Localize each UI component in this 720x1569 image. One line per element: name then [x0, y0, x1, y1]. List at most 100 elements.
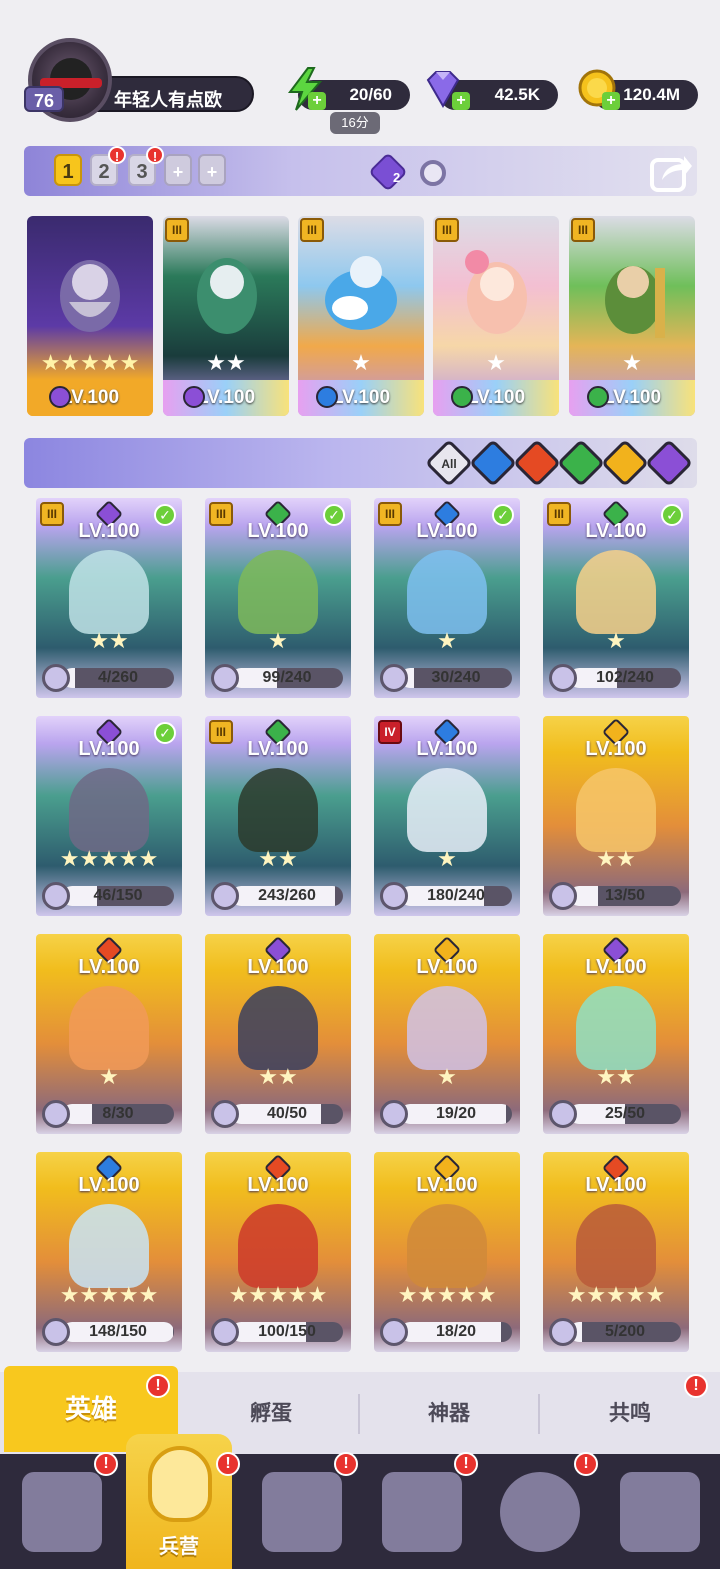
hero-card[interactable]: III ✓ LV.100 ★ 102/240	[543, 498, 689, 698]
hero-portrait-icon	[69, 768, 149, 852]
team-slot-3-alert-icon: !	[146, 146, 164, 164]
nav-castle-icon[interactable]	[382, 1472, 462, 1552]
hero-card[interactable]: ✓ LV.100 ★★★★★ 46/150	[36, 716, 182, 916]
fragment-icon	[42, 1318, 70, 1346]
hero-portrait-icon	[407, 986, 487, 1070]
hero-portrait-icon	[238, 550, 318, 634]
hero-card[interactable]: LV.100 ★★★★★ 100/150	[205, 1152, 351, 1352]
gems-add-icon[interactable]: +	[452, 92, 470, 110]
hero-portrait-icon	[197, 258, 257, 334]
fragment-icon	[211, 1318, 239, 1346]
team-hero-stars: ★	[351, 350, 371, 375]
hero-card[interactable]: IV LV.100 ★ 180/240	[374, 716, 520, 916]
team-hero-level: LV.100	[27, 380, 153, 416]
hero-card[interactable]: LV.100 ★★ 40/50	[205, 934, 351, 1134]
hero-card[interactable]: LV.100 ★★★★★ 148/150	[36, 1152, 182, 1352]
team-hero-card-4[interactable]: III ★ LV.100	[433, 216, 559, 416]
hero-portrait-icon	[69, 550, 149, 634]
nav-map-alert-icon: !	[334, 1452, 358, 1476]
nature-element-icon	[587, 386, 609, 408]
hero-card[interactable]: III ✓ LV.100 ★ 99/240	[205, 498, 351, 698]
team-slot-1[interactable]: 1	[54, 154, 82, 186]
fragment-count: 5/200	[604, 1323, 646, 1340]
gems-value: 42.5K	[494, 85, 540, 104]
nature-element-icon	[451, 386, 473, 408]
fragment-icon	[211, 664, 239, 692]
hero-level: LV.100	[247, 1174, 309, 1196]
hero-portrait-icon	[407, 768, 487, 852]
hero-level: LV.100	[247, 956, 309, 978]
tab-resonance-alert-icon: !	[684, 1374, 708, 1398]
energy-add-icon[interactable]: +	[308, 92, 326, 110]
hero-card[interactable]: LV.100 ★ 8/30	[36, 934, 182, 1134]
hero-stars: ★★	[89, 628, 129, 653]
hero-card[interactable]: LV.100 ★★ 25/50	[543, 934, 689, 1134]
fragment-count: 46/150	[93, 887, 143, 904]
hero-portrait-icon	[407, 1204, 487, 1288]
hero-level: LV.100	[247, 520, 309, 542]
fragment-count: 19/20	[435, 1105, 477, 1122]
energy-value: 20/60	[349, 85, 392, 104]
hero-stars: ★★	[258, 1064, 298, 1089]
hero-stars: ★	[268, 628, 288, 653]
hero-card[interactable]: III ✓ LV.100 ★ 30/240	[374, 498, 520, 698]
nav-guild-icon[interactable]	[620, 1472, 700, 1552]
hero-level: LV.100	[416, 738, 478, 760]
hero-card[interactable]: LV.100 ★★★★★ 5/200	[543, 1152, 689, 1352]
team-hero-stars: ★	[622, 350, 642, 375]
fragment-icon	[380, 1318, 408, 1346]
fragment-icon	[549, 882, 577, 910]
fragment-count: 18/20	[435, 1323, 477, 1340]
team-slot-2-alert-icon: !	[108, 146, 126, 164]
hero-portrait-icon	[407, 550, 487, 634]
hero-card[interactable]: III LV.100 ★★ 243/260	[205, 716, 351, 916]
team-slot-add-1[interactable]: +	[164, 154, 192, 186]
fragment-count: 30/240	[431, 669, 481, 686]
share-icon[interactable]	[648, 150, 694, 194]
gold-value: 120.4M	[623, 85, 680, 104]
dark-element-icon	[183, 386, 205, 408]
fragment-count: 180/240	[427, 887, 485, 904]
nav-summon-alert-icon: !	[574, 1452, 598, 1476]
hero-card[interactable]: III ✓ LV.100 ★★ 4/260	[36, 498, 182, 698]
hero-card[interactable]: LV.100 ★★ 13/50	[543, 716, 689, 916]
hero-stars: ★★	[596, 846, 636, 871]
hero-stars: ★	[437, 846, 457, 871]
hero-portrait-icon	[238, 768, 318, 852]
fragment-icon	[549, 664, 577, 692]
team-hero-card-2[interactable]: III ★★ LV.100	[163, 216, 289, 416]
hero-card[interactable]: LV.100 ★★★★★ 18/20	[374, 1152, 520, 1352]
hero-portrait-icon	[69, 986, 149, 1070]
dark-element-icon	[49, 386, 71, 408]
fragment-count: 13/50	[604, 887, 646, 904]
nav-summon-icon[interactable]	[500, 1472, 580, 1552]
nav-castle-alert-icon: !	[454, 1452, 478, 1476]
hero-portrait-icon	[238, 986, 318, 1070]
team-hero-card-3[interactable]: III ★ LV.100	[298, 216, 424, 416]
hero-portrait-icon	[465, 250, 527, 334]
team-hero-card-5[interactable]: III ★ LV.100	[569, 216, 695, 416]
team-slot-add-2[interactable]: +	[198, 154, 226, 186]
hero-level: LV.100	[78, 520, 140, 542]
team-hero-level: LV.100	[163, 380, 289, 416]
hero-level: LV.100	[585, 738, 647, 760]
gold-add-icon[interactable]: +	[602, 92, 620, 110]
search-icon[interactable]	[420, 160, 446, 186]
water-element-icon	[316, 386, 338, 408]
hero-portrait-icon	[325, 256, 397, 330]
tab-artifacts[interactable]: 神器	[360, 1386, 538, 1442]
team-hero-card-1[interactable]: ★★★★★ LV.100	[27, 216, 153, 416]
fragment-count: 243/260	[258, 887, 316, 904]
nav-map-icon[interactable]	[262, 1472, 342, 1552]
fragment-count: 100/150	[258, 1323, 316, 1340]
hero-level: LV.100	[247, 738, 309, 760]
hero-portrait-icon	[576, 986, 656, 1070]
hero-portrait-icon	[605, 266, 665, 338]
hero-card[interactable]: LV.100 ★ 19/20	[374, 934, 520, 1134]
nav-cards-icon[interactable]	[22, 1472, 102, 1552]
hero-stars: ★★★★★	[566, 1282, 666, 1307]
fragment-icon	[549, 1100, 577, 1128]
fragment-icon	[380, 664, 408, 692]
tier-badge: III	[165, 218, 189, 242]
hero-level: LV.100	[585, 520, 647, 542]
